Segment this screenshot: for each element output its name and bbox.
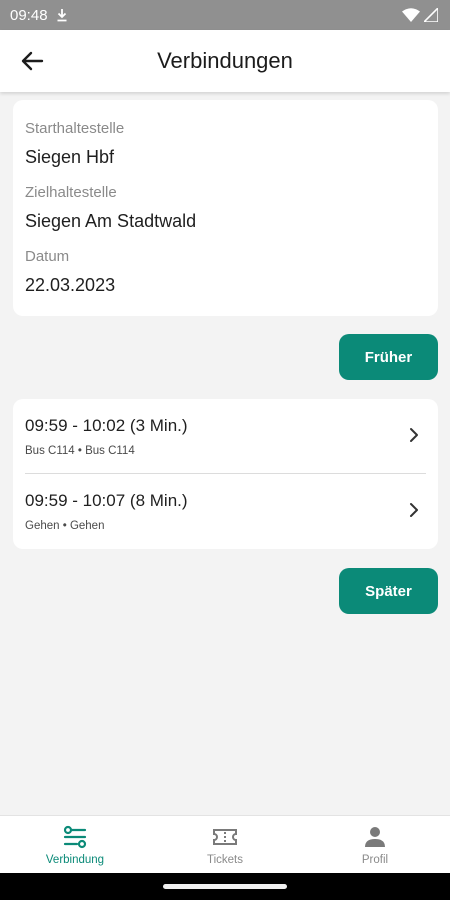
start-stop-label: Starthaltestelle <box>25 120 125 137</box>
nav-label-profile: Profil <box>361 854 389 866</box>
connections-list: 09:59 - 10:02 (3 Min.) Bus C114 • Bus C1… <box>13 399 438 549</box>
connection-time: 09:59 - 10:02 (3 Min.) <box>25 416 188 435</box>
start-stop-value: Siegen Hbf <box>25 147 115 167</box>
home-indicator[interactable] <box>163 884 287 889</box>
connection-time: 09:59 - 10:07 (8 Min.) <box>25 491 188 510</box>
nav-item-profile[interactable]: Profil <box>300 816 450 874</box>
date-value: 22.03.2023 <box>25 275 116 295</box>
destination-stop-value: Siegen Am Stadtwald <box>25 211 197 231</box>
bottom-navigation: Verbindung Tickets Profil <box>0 815 450 874</box>
ticket-icon <box>213 829 237 845</box>
person-icon <box>365 827 385 847</box>
earlier-button[interactable]: Früher <box>339 334 438 380</box>
page-title: Verbindungen <box>157 48 293 73</box>
connection-item[interactable]: 09:59 - 10:07 (8 Min.) Gehen • Gehen <box>13 474 438 548</box>
nav-label-connection: Verbindung <box>45 854 105 866</box>
app-bar: Verbindungen <box>0 30 450 92</box>
connection-legs: Gehen • Gehen <box>25 520 105 532</box>
route-icon <box>63 825 87 849</box>
wifi-icon <box>402 8 420 22</box>
destination-stop-label: Zielhaltestelle <box>25 184 117 201</box>
status-bar: 09:48 <box>0 0 450 30</box>
nav-label-tickets: Tickets <box>207 854 243 866</box>
later-button[interactable]: Später <box>339 568 438 614</box>
date-label: Datum <box>25 248 70 265</box>
nav-item-connection[interactable]: Verbindung <box>0 816 150 874</box>
signal-icon <box>424 8 438 22</box>
download-icon <box>57 9 67 22</box>
system-navigation-bar <box>0 873 450 900</box>
nav-item-tickets[interactable]: Tickets <box>150 816 300 874</box>
status-time: 09:48 <box>10 6 48 24</box>
search-summary-card: Starthaltestelle Siegen Hbf Zielhalteste… <box>13 100 438 316</box>
chevron-right-icon <box>410 428 418 442</box>
connection-legs: Bus C114 • Bus C114 <box>25 445 135 457</box>
connection-item[interactable]: 09:59 - 10:02 (3 Min.) Bus C114 • Bus C1… <box>13 399 438 473</box>
chevron-right-icon <box>410 503 418 517</box>
